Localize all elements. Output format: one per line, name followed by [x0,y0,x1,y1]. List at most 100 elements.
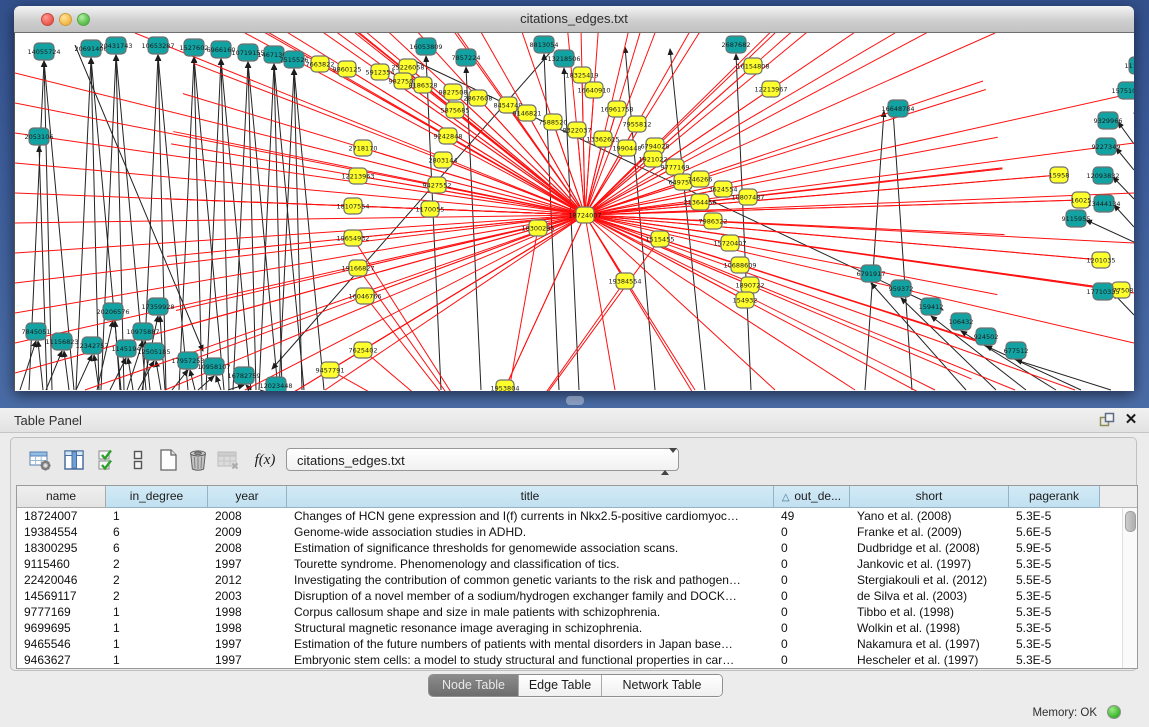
panel-splitter-handle[interactable] [566,396,584,405]
paper-node[interactable]: 21364456 [683,194,716,210]
select-rows-button[interactable] [95,447,121,473]
network-edge[interactable] [190,370,195,390]
column-header-out_degree[interactable]: △ out_de... [774,486,850,508]
citation-edge[interactable] [363,350,496,391]
citation-edge[interactable] [409,215,585,391]
network-edge[interactable] [20,341,36,390]
external-node[interactable]: 12023448 [259,377,292,391]
table-cell-title[interactable]: Estimation of significance thresholds fo… [287,540,774,556]
external-node[interactable]: 106432 [949,313,974,330]
window-titlebar[interactable]: citations_edges.txt [14,6,1134,33]
external-node[interactable]: 12093832 [1086,167,1119,184]
table-row[interactable]: 2242004622012Investigating the contribut… [17,572,1137,588]
network-edge[interactable] [76,355,92,390]
external-node[interactable]: 10975887 [126,323,159,340]
table-cell-pagerank[interactable]: 5.3E-5 [1009,508,1100,524]
table-cell-year[interactable]: 1997 [208,556,287,572]
paper-node[interactable]: 19384554 [608,273,641,289]
table-cell-title[interactable]: Tourette syndrome. Phenomenology and cla… [287,556,774,572]
paper-node[interactable]: 9427552 [423,177,452,193]
citation-edge[interactable] [330,370,496,391]
network-edge[interactable] [1114,205,1134,227]
float-panel-icon[interactable] [1099,412,1115,428]
table-cell-pagerank[interactable]: 5.9E-5 [1009,540,1100,556]
table-cell-year[interactable]: 1998 [208,604,287,620]
table-cell-name[interactable]: 9465546 [17,636,106,652]
column-header-title[interactable]: title [287,486,774,508]
network-edge[interactable] [1118,122,1134,144]
network-edge[interactable] [216,376,221,390]
table-cell-pagerank[interactable]: 5.3E-5 [1009,588,1100,604]
table-cell-pagerank[interactable]: 5.3E-5 [1009,556,1100,572]
table-cell-title[interactable]: Genome-wide association studies in ADHD. [287,524,774,540]
table-cell-short[interactable]: de Silva et al. (2003) [850,588,1009,604]
table-cell-year[interactable]: 2003 [208,588,287,604]
network-edge[interactable] [1116,148,1134,170]
table-cell-out_degree[interactable]: 0 [774,524,850,540]
external-node[interactable]: 1117304 [1125,57,1134,74]
table-cell-name[interactable]: 9463627 [17,652,106,668]
table-cell-pagerank[interactable]: 5.6E-5 [1009,524,1100,540]
table-row[interactable]: 911546021997Tourette syndrome. Phenomeno… [17,556,1137,572]
external-node[interactable]: 7857224 [452,49,481,66]
network-canvas[interactable]: 1830029519384554151545518325419166409101… [14,33,1134,391]
table-cell-out_degree[interactable]: 0 [774,572,850,588]
table-cell-year[interactable]: 1997 [208,636,287,652]
external-node[interactable]: 924502 [974,328,999,345]
table-cell-name[interactable]: 19384554 [17,524,106,540]
paper-node[interactable]: 9860125 [333,61,362,77]
citation-edge[interactable] [496,228,538,391]
external-node[interactable]: 1527602 [180,39,209,56]
table-cell-short[interactable]: Franke et al. (2009) [850,524,1009,540]
table-cell-year[interactable]: 1998 [208,620,287,636]
scrollbar-thumb[interactable] [1125,511,1136,532]
citation-edge[interactable] [585,215,615,390]
table-cell-out_degree[interactable]: 0 [774,652,850,668]
paper-node[interactable]: 10688609 [723,257,756,273]
table-cell-year[interactable]: 1997 [208,652,287,668]
table-row[interactable]: 1830029562008Estimation of significance … [17,540,1137,556]
table-row[interactable]: 946362711997Embryonic stem cells: a mode… [17,652,1137,668]
table-cell-in_degree[interactable]: 1 [106,636,208,652]
table-cell-pagerank[interactable]: 5.3E-5 [1009,636,1100,652]
table-cell-in_degree[interactable]: 2 [106,572,208,588]
table-row[interactable]: 946554611997Estimation of the future num… [17,636,1137,652]
external-node[interactable]: 16053809 [409,38,442,55]
table-cell-year[interactable]: 2012 [208,572,287,588]
row-height-button[interactable] [125,447,151,473]
table-cell-in_degree[interactable]: 2 [106,588,208,604]
column-header-year[interactable]: year [208,486,287,508]
column-header-name[interactable]: name [17,486,106,508]
external-node[interactable]: 159412 [919,298,944,315]
tab-node-table[interactable]: Node Table [429,675,519,696]
paper-node[interactable]: 12213967 [754,81,787,97]
citation-edge[interactable] [443,160,585,215]
external-node[interactable]: 15751074 [1111,82,1134,99]
table-options-button[interactable] [27,447,53,473]
table-row[interactable]: 977716911998Corpus callosum shape and si… [17,604,1137,620]
network-edge[interactable] [564,68,579,390]
network-edge[interactable] [39,146,47,390]
table-cell-title[interactable]: Corpus callosum shape and size in male p… [287,604,774,620]
column-header-pagerank[interactable]: pagerank [1009,486,1100,508]
table-cell-in_degree[interactable]: 6 [106,524,208,540]
citation-edge[interactable] [15,215,585,223]
table-row[interactable]: 969969511998Structural magnetic resonanc… [17,620,1137,636]
table-cell-title[interactable]: Changes of HCN gene expression and I(f) … [287,508,774,524]
paper-node[interactable]: 2803144 [429,152,458,168]
table-cell-out_degree[interactable]: 0 [774,636,850,652]
table-cell-title[interactable]: Embryonic stem cells: a model to study s… [287,652,774,668]
table-cell-title[interactable]: Disruption of a novel member of a sodium… [287,588,774,604]
table-cell-pagerank[interactable]: 5.3E-5 [1009,604,1100,620]
external-node[interactable]: 13444134 [1087,195,1120,212]
network-edge[interactable] [1113,177,1134,199]
network-edge[interactable] [46,351,62,390]
table-cell-name[interactable]: 18724007 [17,508,106,524]
external-node[interactable]: 2053106 [25,128,54,145]
table-cell-pagerank[interactable]: 5.3E-5 [1009,620,1100,636]
table-cell-short[interactable]: Wolkin et al. (1998) [850,620,1009,636]
external-node[interactable]: 7515526 [280,51,309,68]
table-cell-out_degree[interactable]: 49 [774,508,850,524]
table-cell-short[interactable]: Nakamura et al. (1997) [850,636,1009,652]
paper-node[interactable]: 15958 [1049,167,1070,183]
